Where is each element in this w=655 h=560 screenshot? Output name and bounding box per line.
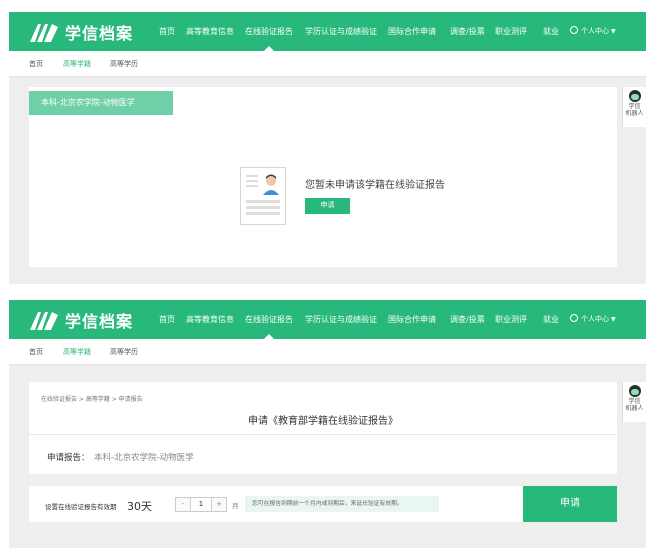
validity-period-value: 30天 xyxy=(127,500,152,513)
report-value: 本科-北京农学院-动物医学 xyxy=(94,453,194,463)
nav-item-survey[interactable]: 调查/投票 xyxy=(450,300,485,339)
submit-apply-button[interactable]: 申请 xyxy=(523,486,617,522)
nav-item-international[interactable]: 国际合作申请 xyxy=(388,12,436,51)
subnav-item-home[interactable]: 首页 xyxy=(29,339,43,365)
divider xyxy=(29,434,617,435)
month-stepper: - 1 + xyxy=(175,497,227,512)
apply-report-card: 在线验证报告 > 高等学籍 > 申请报告 申请《教育部学籍在线验证报告》 申请报… xyxy=(29,382,617,474)
breadcrumb: 在线验证报告 > 高等学籍 > 申请报告 xyxy=(41,396,143,403)
report-card: 本科-北京农学院-动物医学 您暂未申请该学籍在线验证报告 申请 xyxy=(29,87,617,267)
page-title: 申请《教育部学籍在线验证报告》 xyxy=(248,416,398,427)
nav-item-employment[interactable]: 就业 xyxy=(543,12,559,51)
brand-logo[interactable]: 学信档案 xyxy=(29,308,133,332)
robot-assistant[interactable]: 学信 机器人 xyxy=(622,382,646,422)
student-status-ribbon: 本科-北京农学院-动物医学 xyxy=(29,91,173,115)
chevron-down-icon: ▼ xyxy=(611,316,616,323)
nav-item-online-report[interactable]: 在线验证报告 xyxy=(245,300,293,339)
validity-period-bar: 设置在线验证报告有效期 30天 - 1 + 月 您可在报告到期前一个月内或到期后… xyxy=(29,486,617,522)
robot-label-line2: 机器人 xyxy=(625,405,644,412)
renewal-hint: 您可在报告到期前一个月内或到期后，来延长验证有效期。 xyxy=(245,496,439,512)
top-navbar: 学信档案 首页 高等教育信息 在线验证报告 学历认证与成绩验证 国际合作申请 调… xyxy=(9,300,646,339)
logo-mark-icon xyxy=(30,312,58,330)
user-icon xyxy=(570,314,578,322)
nav-item-certification[interactable]: 学历认证与成绩验证 xyxy=(305,300,377,339)
sub-navbar: 首页 高等学籍 高等学历 xyxy=(9,51,646,77)
user-icon xyxy=(570,26,578,34)
apply-button[interactable]: 申请 xyxy=(305,198,350,214)
screenshot-bottom: 学信档案 首页 高等教育信息 在线验证报告 学历认证与成绩验证 国际合作申请 调… xyxy=(9,300,646,548)
nav-item-online-report[interactable]: 在线验证报告 xyxy=(245,12,293,51)
nav-item-home[interactable]: 首页 xyxy=(159,12,175,51)
nav-item-home[interactable]: 首页 xyxy=(159,300,175,339)
user-center-label: 个人中心 xyxy=(581,315,609,323)
robot-label-line1: 学信 xyxy=(628,398,641,405)
chevron-down-icon: ▼ xyxy=(611,28,616,35)
subnav-item-degree[interactable]: 高等学历 xyxy=(110,339,138,365)
robot-label-line1: 学信 xyxy=(628,103,641,110)
month-count-input[interactable]: 1 xyxy=(190,498,212,511)
brand-name: 学信档案 xyxy=(65,24,134,43)
logo-mark-icon xyxy=(30,24,58,42)
increment-button[interactable]: + xyxy=(212,498,226,511)
report-label: 申请报告： xyxy=(47,453,90,463)
brand-logo[interactable]: 学信档案 xyxy=(29,20,133,44)
robot-assistant[interactable]: 学信 机器人 xyxy=(622,87,646,127)
user-center-menu[interactable]: 个人中心 ▼ xyxy=(570,12,616,51)
nav-item-higher-education[interactable]: 高等教育信息 xyxy=(186,300,234,339)
decrement-button[interactable]: - xyxy=(176,498,190,511)
nav-item-employment[interactable]: 就业 xyxy=(543,300,559,339)
nav-item-survey[interactable]: 调查/投票 xyxy=(450,12,485,51)
month-unit-label: 月 xyxy=(232,502,239,510)
subnav-item-student-status[interactable]: 高等学籍 xyxy=(63,339,91,365)
robot-icon xyxy=(628,385,641,397)
user-center-menu[interactable]: 个人中心 ▼ xyxy=(570,300,616,339)
user-center-label: 个人中心 xyxy=(581,27,609,35)
subnav-item-degree[interactable]: 高等学历 xyxy=(110,51,138,77)
document-user-icon xyxy=(240,167,286,225)
nav-item-career-test[interactable]: 职业测评 xyxy=(495,300,527,339)
nav-item-career-test[interactable]: 职业测评 xyxy=(495,12,527,51)
top-navbar: 学信档案 首页 高等教育信息 在线验证报告 学历认证与成绩验证 国际合作申请 调… xyxy=(9,12,646,51)
robot-label-line2: 机器人 xyxy=(625,110,644,117)
nav-item-international[interactable]: 国际合作申请 xyxy=(388,300,436,339)
robot-icon xyxy=(628,90,641,102)
empty-state-message: 您暂未申请该学籍在线验证报告 xyxy=(305,180,445,191)
nav-item-higher-education[interactable]: 高等教育信息 xyxy=(186,12,234,51)
subnav-item-student-status[interactable]: 高等学籍 xyxy=(63,51,91,77)
screenshot-top: 学信档案 首页 高等教育信息 在线验证报告 学历认证与成绩验证 国际合作申请 调… xyxy=(9,12,646,284)
subnav-item-home[interactable]: 首页 xyxy=(29,51,43,77)
nav-item-certification[interactable]: 学历认证与成绩验证 xyxy=(305,12,377,51)
sub-navbar: 首页 高等学籍 高等学历 xyxy=(9,339,646,365)
brand-name: 学信档案 xyxy=(65,312,134,331)
validity-period-label: 设置在线验证报告有效期 xyxy=(45,503,117,511)
